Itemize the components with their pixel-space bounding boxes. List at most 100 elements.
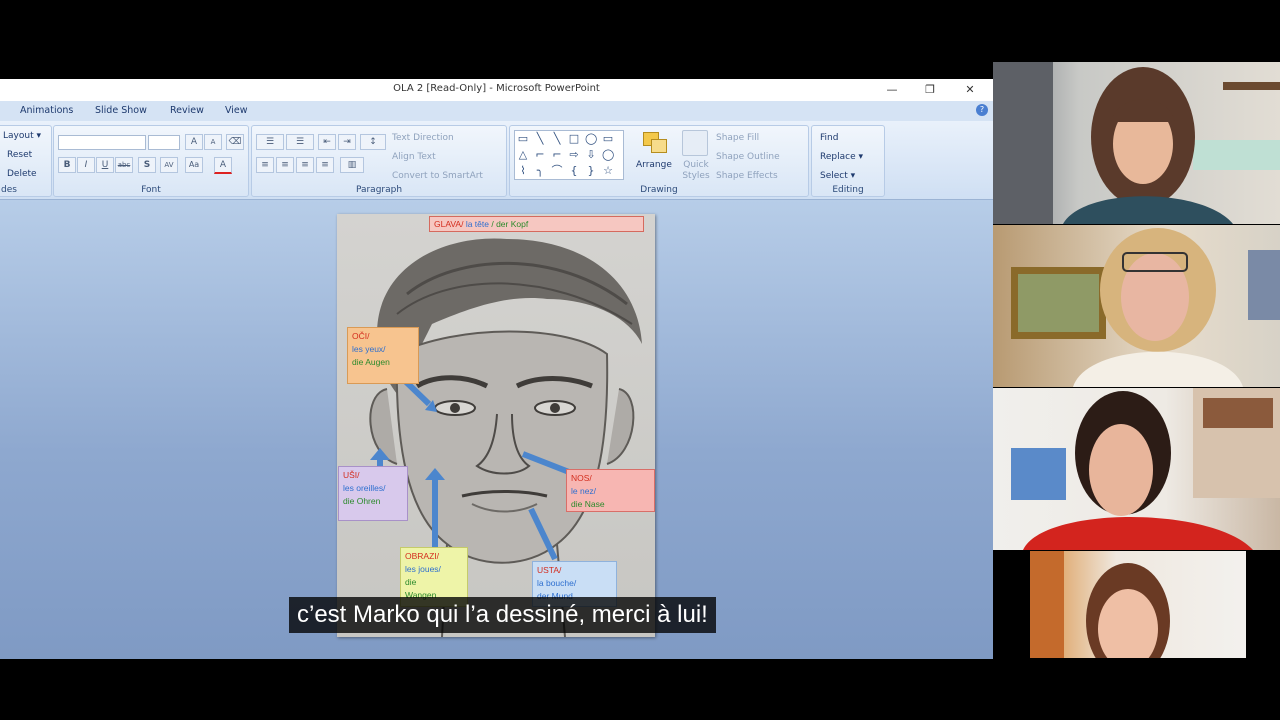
- label-slovenian: UŠI/: [343, 470, 360, 480]
- shrink-font-button[interactable]: A: [204, 134, 222, 150]
- title-bar: OLA 2 [Read-Only] - Microsoft PowerPoint…: [0, 79, 993, 102]
- label-german: die Augen: [352, 357, 390, 367]
- shape-item[interactable]: ╮: [534, 165, 546, 177]
- align-right-icon[interactable]: ≡: [296, 157, 314, 173]
- arrange-icon[interactable]: [641, 130, 667, 154]
- editing-group-label: Editing: [832, 185, 864, 195]
- label-german: die Nase: [571, 499, 605, 509]
- label-french: la bouche/: [537, 578, 577, 588]
- title-label-head: GLAVA/ la tête / der Kopf: [429, 216, 644, 232]
- shape-item[interactable]: ⇩: [585, 149, 597, 161]
- slides-group-label: des: [1, 185, 17, 195]
- participant-1-image: [993, 62, 1280, 224]
- select-button[interactable]: Select ▾: [820, 171, 855, 181]
- window-title: OLA 2 [Read-Only] - Microsoft PowerPoint: [393, 83, 600, 94]
- shape-item[interactable]: △: [517, 149, 529, 161]
- replace-button[interactable]: Replace ▾: [820, 152, 863, 162]
- shapes-gallery[interactable]: ▭ ╲ ╲ □ ◯ ▭ △ ⌐ ⌐ ⇨ ⇩ ◯ ⌇ ╮ ⌒ { } ☆: [514, 130, 624, 180]
- label-german: die Ohren: [343, 496, 381, 506]
- participant-video-1[interactable]: [993, 62, 1280, 224]
- shape-fill-button[interactable]: Shape Fill: [716, 133, 759, 143]
- participant-video-4[interactable]: [1030, 551, 1246, 658]
- font-group: A A ⌫ B I U abc S AV Aa A Font: [53, 125, 249, 197]
- align-left-icon[interactable]: ≡: [256, 157, 274, 173]
- quick-styles-icon[interactable]: [682, 130, 708, 156]
- close-button[interactable]: ✕: [958, 82, 982, 98]
- slides-group: Layout ▾ Reset Delete des: [0, 125, 52, 197]
- clear-formatting-icon[interactable]: ⌫: [226, 134, 244, 150]
- label-slovenian: USTA/: [537, 565, 562, 575]
- underline-button[interactable]: U: [96, 157, 114, 173]
- font-family-select[interactable]: [58, 135, 146, 150]
- paragraph-group: ☰ ☰ ⇤ ⇥ ↕ ≡ ≡ ≡ ≡ ▥ Text Direction Align…: [251, 125, 507, 197]
- shape-item[interactable]: ⌐: [551, 149, 563, 161]
- bullets-icon[interactable]: ☰: [256, 134, 284, 150]
- character-spacing-button[interactable]: AV: [160, 157, 178, 173]
- shape-item[interactable]: ⌐: [534, 149, 546, 161]
- font-color-button[interactable]: A: [214, 157, 232, 174]
- delete-button[interactable]: Delete: [7, 169, 37, 179]
- quick-styles-button[interactable]: Quick Styles: [676, 160, 716, 182]
- shape-item[interactable]: ╲: [534, 133, 546, 145]
- shape-outline-button[interactable]: Shape Outline: [716, 152, 780, 162]
- italic-button[interactable]: I: [77, 157, 95, 173]
- shape-item[interactable]: ▭: [517, 133, 529, 145]
- shape-item[interactable]: ⌇: [517, 165, 529, 177]
- shape-item[interactable]: ⇨: [568, 149, 580, 161]
- shape-item[interactable]: }: [585, 165, 597, 177]
- text-direction-button[interactable]: Text Direction: [392, 133, 454, 143]
- shape-item[interactable]: ◯: [602, 149, 614, 161]
- change-case-button[interactable]: Aa: [185, 157, 203, 173]
- reset-button[interactable]: Reset: [7, 150, 32, 160]
- shape-item[interactable]: ◯: [585, 133, 597, 145]
- minimize-button[interactable]: —: [880, 82, 904, 98]
- shape-item[interactable]: □: [568, 133, 580, 145]
- tab-view[interactable]: View: [225, 105, 248, 116]
- shape-item[interactable]: ☆: [602, 165, 614, 177]
- numbering-icon[interactable]: ☰: [286, 134, 314, 150]
- align-center-icon[interactable]: ≡: [276, 157, 294, 173]
- video-subtitle: c’est Marko qui l’a dessiné, merci à lui…: [289, 597, 716, 633]
- columns-icon[interactable]: ▥: [340, 157, 364, 173]
- shape-item[interactable]: {: [568, 165, 580, 177]
- label-slovenian: NOS/: [571, 473, 592, 483]
- bold-button[interactable]: B: [58, 157, 76, 173]
- paragraph-group-label: Paragraph: [355, 185, 403, 195]
- align-text-button[interactable]: Align Text: [392, 152, 436, 162]
- font-group-label: Font: [141, 185, 161, 195]
- line-spacing-icon[interactable]: ↕: [360, 134, 386, 150]
- editing-group: Find Replace ▾ Select ▾ Editing: [811, 125, 885, 197]
- find-button[interactable]: Find: [820, 133, 838, 143]
- shape-effects-button[interactable]: Shape Effects: [716, 171, 778, 181]
- label-slovenian: OČI/: [352, 331, 370, 341]
- participant-video-2[interactable]: [993, 225, 1280, 387]
- label-eyes: OČI/ les yeux/ die Augen: [347, 327, 419, 384]
- label-nose: NOS/ le nez/ die Nase: [566, 469, 655, 512]
- grow-font-button[interactable]: A: [185, 134, 203, 150]
- shape-item[interactable]: ▭: [602, 133, 614, 145]
- justify-icon[interactable]: ≡: [316, 157, 334, 173]
- font-size-select[interactable]: [148, 135, 180, 150]
- tab-animations[interactable]: Animations: [20, 105, 73, 116]
- shape-item[interactable]: ⌒: [551, 165, 563, 177]
- slide[interactable]: GLAVA/ la tête / der Kopf OČI/ les yeux/…: [337, 214, 655, 637]
- ribbon: Layout ▾ Reset Delete des A A ⌫ B I U ab…: [0, 121, 993, 200]
- layout-button[interactable]: Layout ▾: [3, 131, 41, 141]
- shadow-button[interactable]: S: [138, 157, 156, 173]
- label-french: le nez/: [571, 486, 597, 496]
- increase-indent-icon[interactable]: ⇥: [338, 134, 356, 150]
- restore-button[interactable]: ❐: [918, 82, 942, 98]
- tab-slide-show[interactable]: Slide Show: [95, 105, 147, 116]
- label-french: les joues/: [405, 564, 441, 574]
- tab-review[interactable]: Review: [170, 105, 204, 116]
- participant-3-image: [1011, 388, 1280, 550]
- help-icon[interactable]: ?: [976, 104, 988, 116]
- arrange-button[interactable]: Arrange: [636, 160, 672, 170]
- shape-item[interactable]: ╲: [551, 133, 563, 145]
- convert-smartart-button[interactable]: Convert to SmartArt: [392, 171, 483, 181]
- decrease-indent-icon[interactable]: ⇤: [318, 134, 336, 150]
- participant-4-image: [1030, 551, 1170, 658]
- drawing-group: ▭ ╲ ╲ □ ◯ ▭ △ ⌐ ⌐ ⇨ ⇩ ◯ ⌇ ╮ ⌒ { } ☆ Arra…: [509, 125, 809, 197]
- participant-video-3[interactable]: [993, 388, 1280, 550]
- strikethrough-button[interactable]: abc: [115, 157, 133, 173]
